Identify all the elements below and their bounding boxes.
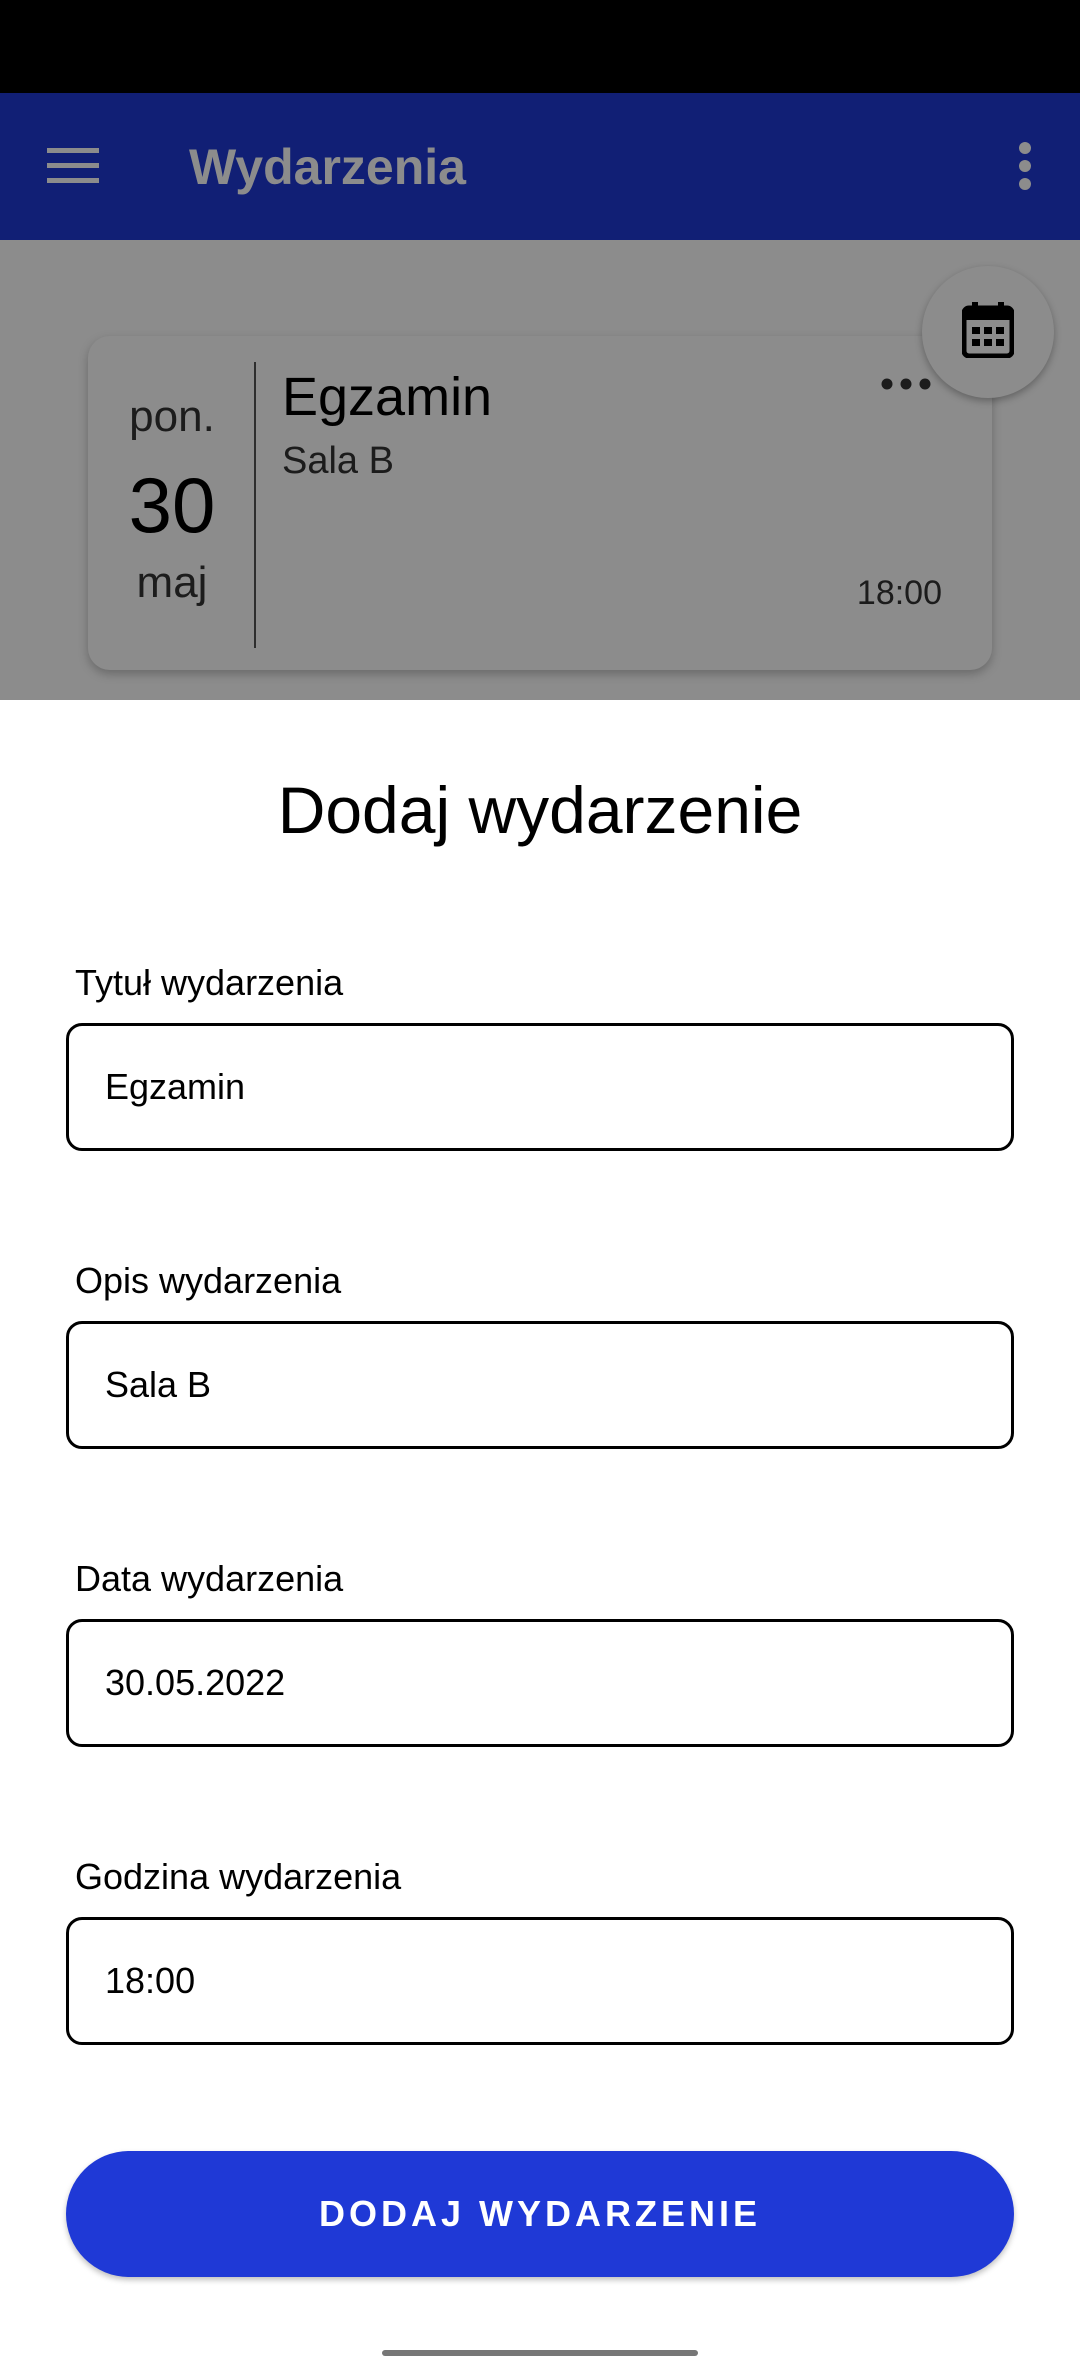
title-field[interactable] bbox=[66, 1023, 1014, 1151]
modal-scrim[interactable] bbox=[0, 0, 1080, 700]
sheet-title: Dodaj wydarzenie bbox=[277, 773, 803, 847]
date-field[interactable] bbox=[66, 1619, 1014, 1747]
add-event-button[interactable]: DODAJ WYDARZENIE bbox=[66, 2151, 1014, 2277]
description-field[interactable] bbox=[66, 1321, 1014, 1449]
home-indicator[interactable] bbox=[382, 2350, 698, 2356]
date-field-label: Data wydarzenia bbox=[75, 1558, 344, 1599]
time-field-label: Godzina wydarzenia bbox=[75, 1856, 402, 1897]
title-field-label: Tytuł wydarzenia bbox=[75, 962, 344, 1003]
time-field[interactable] bbox=[66, 1917, 1014, 2045]
add-event-sheet: Dodaj wydarzenie Tytuł wydarzenia Opis w… bbox=[0, 700, 1080, 2376]
description-field-label: Opis wydarzenia bbox=[75, 1260, 342, 1301]
